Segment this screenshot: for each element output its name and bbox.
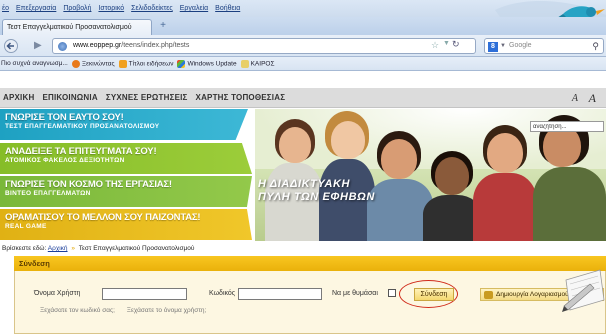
- tab-active[interactable]: Τεστ Επαγγελματικού Προσανατολισμού: [2, 19, 152, 35]
- search-placeholder: Google: [509, 42, 532, 49]
- site-search-input[interactable]: [530, 121, 604, 132]
- user-add-icon: [484, 291, 493, 299]
- nav-home[interactable]: ΑΡΧΙΚΗ: [3, 93, 34, 102]
- bookmarks-toolbar: Πιο συχνά αναγνωσμ... Ξεκινώντας Τίτλοι …: [0, 57, 606, 71]
- promo-real-game[interactable]: ΟΡΑΜΑΤΙΣΟΥ ΤΟ ΜΕΛΛΟΝ ΣΟΥ ΠΑΙΖΟΝΤΑΣ! REAL…: [0, 209, 252, 240]
- browser-search-box[interactable]: 8 ▼ Google ⚲: [484, 38, 604, 54]
- teen-face: [487, 133, 523, 173]
- teen-face: [435, 157, 469, 195]
- back-icon[interactable]: [2, 39, 18, 53]
- windows-icon: [177, 59, 186, 68]
- password-input[interactable]: [238, 288, 322, 300]
- slogan-line-1: Η ΔΙΑΔΙΚΤΥΑΚΗ: [258, 178, 351, 190]
- bookmark-headlines[interactable]: Τίτλοι ειδήσεων: [118, 59, 174, 68]
- menu-view[interactable]: Προβολή: [63, 5, 91, 12]
- bookmark-label: ΚΑΙΡΟΣ: [250, 60, 275, 68]
- breadcrumb-current: Τεστ Επαγγελματικού Προσανατολισμού: [78, 245, 195, 252]
- bookmark-most-visited[interactable]: Πιο συχνά αναγνωσμ...: [1, 60, 68, 67]
- teen-face: [331, 121, 365, 159]
- username-input[interactable]: [102, 288, 187, 300]
- promo-title: ΑΝΑΔΕΙΞΕ ΤΑ ΕΠΙΤΕΥΓΜΑΤΑ ΣΟΥ!: [5, 146, 157, 157]
- firefox-icon: [71, 59, 80, 68]
- menu-history[interactable]: Ιστορικό: [98, 5, 124, 12]
- bookmark-star-icon[interactable]: ☆: [431, 40, 439, 51]
- bookmark-windows-update[interactable]: Windows Update: [177, 59, 237, 68]
- remember-me-label: Να με θυμάσαι: [332, 290, 378, 297]
- nav-contact[interactable]: ΕΠΙΚΟΙΝΩΝΙΑ: [42, 93, 97, 102]
- promo-title: ΓΝΩΡΙΣΕ ΤΟΝ ΕΑΥΤΟ ΣΟΥ!: [5, 112, 124, 123]
- url-text: www.eoppep.gr/teens/index.php/tests: [73, 42, 189, 49]
- bookmark-getting-started[interactable]: Ξεκινώντας: [71, 59, 115, 68]
- font-decrease-button[interactable]: A: [572, 93, 578, 104]
- forgot-password-link[interactable]: Ξεχάσατε τον κωδικό σας;: [40, 307, 115, 314]
- search-icon[interactable]: ⚲: [592, 41, 599, 52]
- promo-title: ΓΝΩΡΙΣΕ ΤΟΝ ΚΟΣΜΟ ΤΗΣ ΕΡΓΑΣΙΑΣ!: [5, 179, 172, 190]
- promo-subtitle: REAL GAME: [5, 223, 47, 230]
- menu-tools[interactable]: Εργαλεία: [180, 5, 208, 12]
- rss-icon: [118, 59, 127, 68]
- site-top-nav: ΑΡΧΙΚΗ ΕΠΙΚΟΙΝΩΝΙΑ ΣΥΧΝΕΣ ΕΡΩΤΗΣΕΙΣ ΧΑΡΤ…: [0, 88, 606, 108]
- menu-file[interactable]: έο: [2, 5, 9, 12]
- breadcrumb-prefix: Βρίσκεστε εδώ:: [2, 245, 47, 252]
- username-label: Όνομα Χρήστη: [34, 290, 81, 297]
- promo-subtitle: ΤΕΣΤ ΕΠΑΓΓΕΛΜΑΤΙΚΟΥ ΠΡΟΣΑΝΑΤΟΛΙΣΜΟΥ: [5, 123, 160, 130]
- refresh-icon[interactable]: ↻: [452, 39, 460, 50]
- tab-title: Τεστ Επαγγελματικού Προσανατολισμού: [7, 24, 132, 31]
- bookmark-weather[interactable]: ΚΑΙΡΟΣ: [240, 59, 275, 68]
- navigation-toolbar: ▶ www.eoppep.gr/teens/index.php/tests ☆ …: [0, 35, 606, 57]
- nav-faq[interactable]: ΣΥΧΝΕΣ ΕΡΩΤΗΣΕΙΣ: [106, 93, 188, 102]
- menu-edit[interactable]: Επεξεργασία: [16, 5, 56, 12]
- promo-portfolio[interactable]: ΑΝΑΔΕΙΞΕ ΤΑ ΕΠΙΤΕΥΓΜΑΤΑ ΣΟΥ! ΑΤΟΜΙΚΟΣ ΦΑ…: [0, 143, 252, 174]
- globe-icon: [58, 42, 67, 51]
- bookmark-label: Πιο συχνά αναγνωσμ...: [1, 60, 68, 67]
- login-panel-header: Σύνδεση: [14, 256, 606, 271]
- menu-help[interactable]: Βοήθεια: [215, 5, 240, 12]
- teen-face: [381, 139, 417, 179]
- breadcrumb: Βρίσκεστε εδώ: Αρχική » Τεστ Επαγγελματι…: [2, 245, 194, 252]
- hero-banner: ΓΝΩΡΙΣΕ ΤΟΝ ΕΑΥΤΟ ΣΟΥ! ΤΕΣΤ ΕΠΑΓΓΕΛΜΑΤΙΚ…: [0, 109, 606, 241]
- url-path: /teens/index.php/tests: [121, 42, 190, 49]
- folder-icon: [240, 59, 249, 68]
- login-help-links: Ξεχάσατε τον κωδικό σας; Ξεχάσατε το όνο…: [40, 307, 216, 314]
- slogan-line-2: ΠΥΛΗ ΤΩΝ ΕΦΗΒΩΝ: [258, 191, 375, 203]
- menu-bookmarks[interactable]: Σελιδοδείκτες: [131, 5, 173, 12]
- url-dropdown-icon[interactable]: ▼: [443, 40, 450, 47]
- bookmark-label: Ξεκινώντας: [81, 60, 115, 68]
- teen-shirt: [533, 167, 606, 241]
- google-icon[interactable]: 8: [488, 42, 498, 52]
- browser-window: έο Επεξεργασία Προβολή Ιστορικό Σελιδοδε…: [0, 0, 606, 334]
- bookmark-label: Windows Update: [187, 60, 237, 68]
- promo-subtitle: ΑΤΟΜΙΚΟΣ ΦΑΚΕΛΟΣ ΔΕΞΙΟΤΗΤΩΝ: [5, 157, 125, 164]
- font-increase-button[interactable]: A: [589, 91, 596, 106]
- bookmark-label: Τίτλοι ειδήσεων: [128, 60, 174, 68]
- url-host: www.eoppep.gr: [73, 42, 122, 49]
- tab-strip: Τεστ Επαγγελματικού Προσανατολισμού +: [0, 17, 606, 35]
- banner-slogan: Η ΔΙΑΔΙΚΤΥΑΚΗ ΠΥΛΗ ΤΩΝ ΕΦΗΒΩΝ: [258, 178, 418, 204]
- nav-sitemap[interactable]: ΧΑΡΤΗΣ ΤΟΠΟΘΕΣΙΑΣ: [196, 93, 286, 102]
- promo-subtitle: ΒΙΝΤΕΟ ΕΠΑΓΓΕΛΜΑΤΩΝ: [5, 190, 91, 197]
- address-bar[interactable]: www.eoppep.gr/teens/index.php/tests: [52, 38, 476, 54]
- create-account-label: Δημιουργία Λογαριασμού: [496, 291, 569, 298]
- pencil-paper-art: [562, 269, 605, 312]
- promo-title: ΟΡΑΜΑΤΙΣΟΥ ΤΟ ΜΕΛΛΟΝ ΣΟΥ ΠΑΙΖΟΝΤΑΣ!: [5, 212, 201, 223]
- breadcrumb-home-link[interactable]: Αρχική: [48, 245, 68, 252]
- login-button[interactable]: Σύνδεση: [414, 288, 454, 301]
- promo-videos[interactable]: ΓΝΩΡΙΣΕ ΤΟΝ ΚΟΣΜΟ ΤΗΣ ΕΡΓΑΣΙΑΣ! ΒΙΝΤΕΟ Ε…: [0, 176, 252, 207]
- breadcrumb-separator: »: [71, 245, 75, 252]
- remember-me-checkbox[interactable]: [388, 289, 396, 297]
- teen-face: [279, 127, 311, 163]
- password-label: Κωδικός: [209, 290, 236, 297]
- new-tab-button[interactable]: +: [156, 20, 170, 33]
- promo-self-test[interactable]: ΓΝΩΡΙΣΕ ΤΟΝ ΕΑΥΤΟ ΣΟΥ! ΤΕΣΤ ΕΠΑΓΓΕΛΜΑΤΙΚ…: [0, 109, 248, 140]
- forgot-username-link[interactable]: Ξεχάσατε το όνομα χρήστη;: [127, 307, 207, 314]
- search-engine-dropdown-icon[interactable]: ▼: [500, 43, 506, 49]
- forward-icon[interactable]: ▶: [34, 40, 42, 51]
- teen-shirt: [473, 173, 537, 241]
